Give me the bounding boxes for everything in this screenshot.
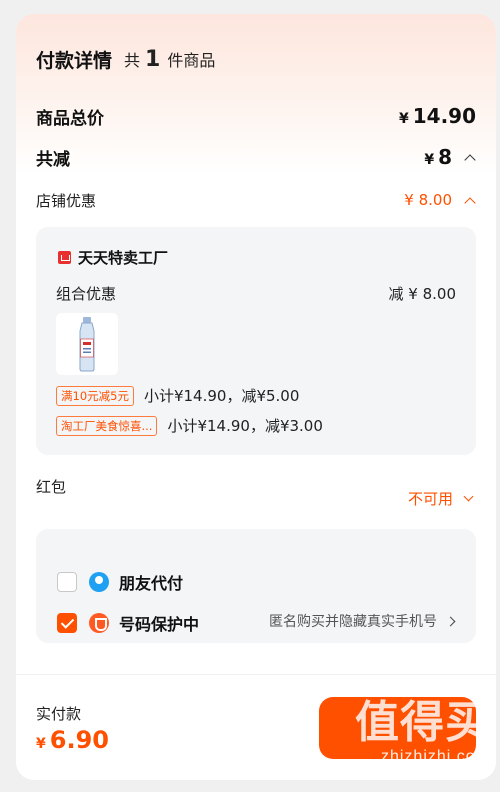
total-discount-row[interactable]: 共减 ¥ 8: [36, 144, 476, 170]
number-protect-checkbox[interactable]: [57, 613, 77, 633]
currency-symbol: ¥: [36, 736, 46, 752]
promo-line-2: 淘工厂美食惊喜... 小计¥14.90，减¥3.00: [56, 415, 323, 436]
red-packet-value: 不可用: [407, 490, 453, 508]
friend-pay-option[interactable]: 朋友代付: [57, 570, 183, 594]
actual-pay-amount: 6.90: [49, 726, 109, 754]
item-count-suffix: 件商品: [167, 50, 216, 70]
total-discount-label: 共减: [36, 149, 70, 170]
currency-symbol: ¥: [424, 152, 435, 168]
total-discount-money: ¥ 8: [424, 145, 452, 169]
product-thumbnail[interactable]: [56, 313, 118, 375]
submit-order-button[interactable]: [319, 697, 476, 759]
number-protect-detail-link[interactable]: 匿名购买并隐藏真实手机号: [269, 611, 456, 631]
actual-pay-label: 实付款: [36, 705, 82, 723]
friend-pay-label: 朋友代付: [119, 574, 184, 593]
item-count-prefix: 共: [124, 50, 141, 70]
shop-header: 天天特卖工厂: [58, 247, 168, 268]
promo-tag: 满10元减5元: [56, 385, 134, 406]
currency-symbol: ¥: [398, 111, 409, 127]
chevron-up-icon[interactable]: [464, 153, 476, 166]
pay-options-panel: 朋友代付 号码保护中 匿名购买并隐藏真实手机号: [36, 529, 476, 643]
number-protect-option[interactable]: 号码保护中: [57, 611, 199, 635]
friend-pay-icon: [89, 572, 109, 592]
number-protect-desc: 匿名购买并隐藏真实手机号: [269, 614, 437, 630]
chevron-up-icon[interactable]: [464, 196, 476, 209]
header: 付款详情 共 1 件商品: [36, 44, 476, 74]
promo-line-1: 满10元减5元 小计¥14.90，减¥5.00: [56, 385, 299, 406]
water-bottle-image: [56, 313, 118, 375]
combo-discount-value: 减 ¥ 8.00: [388, 285, 456, 303]
chevron-down-icon: [463, 491, 474, 502]
total-price-label: 商品总价: [36, 108, 104, 129]
shop-name: 天天特卖工厂: [78, 249, 169, 267]
total-price-value: ¥ 14.90: [399, 104, 476, 128]
page-title: 付款详情: [36, 49, 113, 72]
number-protect-icon: [89, 613, 109, 633]
promo-text: 小计¥14.90，减¥5.00: [143, 387, 300, 405]
shop-discount-value: ¥ 8.00: [404, 191, 452, 209]
promo-tag: 淘工厂美食惊喜...: [56, 415, 158, 436]
shop-discount-panel: 天天特卖工厂 组合优惠 减 ¥ 8.00 满10元减5元 小计¥14.90，减¥…: [36, 227, 476, 455]
number-protect-label: 号码保护中: [119, 615, 200, 634]
combo-discount-label: 组合优惠: [56, 285, 117, 303]
item-count-number: 1: [145, 46, 161, 72]
red-packet-label: 红包: [36, 477, 67, 496]
friend-pay-checkbox[interactable]: [57, 572, 77, 592]
total-discount-amount: 8: [438, 145, 452, 169]
shop-discount-label: 店铺优惠: [36, 191, 97, 210]
total-price-amount: 14.90: [412, 104, 476, 128]
shop-discount-row[interactable]: 店铺优惠 ¥ 8.00: [36, 188, 476, 212]
chevron-right-icon: [445, 616, 456, 626]
total-price-row: 商品总价 ¥ 14.90: [36, 102, 476, 130]
item-count: 共 1 件商品: [124, 47, 215, 72]
red-packet-value-group[interactable]: 不可用: [408, 488, 476, 509]
footer-divider: [16, 674, 496, 675]
shop-logo-icon: [58, 251, 71, 264]
payment-detail-card: 付款详情 共 1 件商品 商品总价 ¥ 14.90 共减 ¥ 8 店铺优惠 ¥ …: [16, 14, 496, 780]
shop-discount-value-group: ¥ 8.00: [404, 191, 476, 209]
promo-text: 小计¥14.90，减¥3.00: [167, 417, 323, 435]
actual-pay-value: ¥ 6.90: [36, 726, 109, 754]
total-discount-value: ¥ 8: [424, 145, 476, 169]
